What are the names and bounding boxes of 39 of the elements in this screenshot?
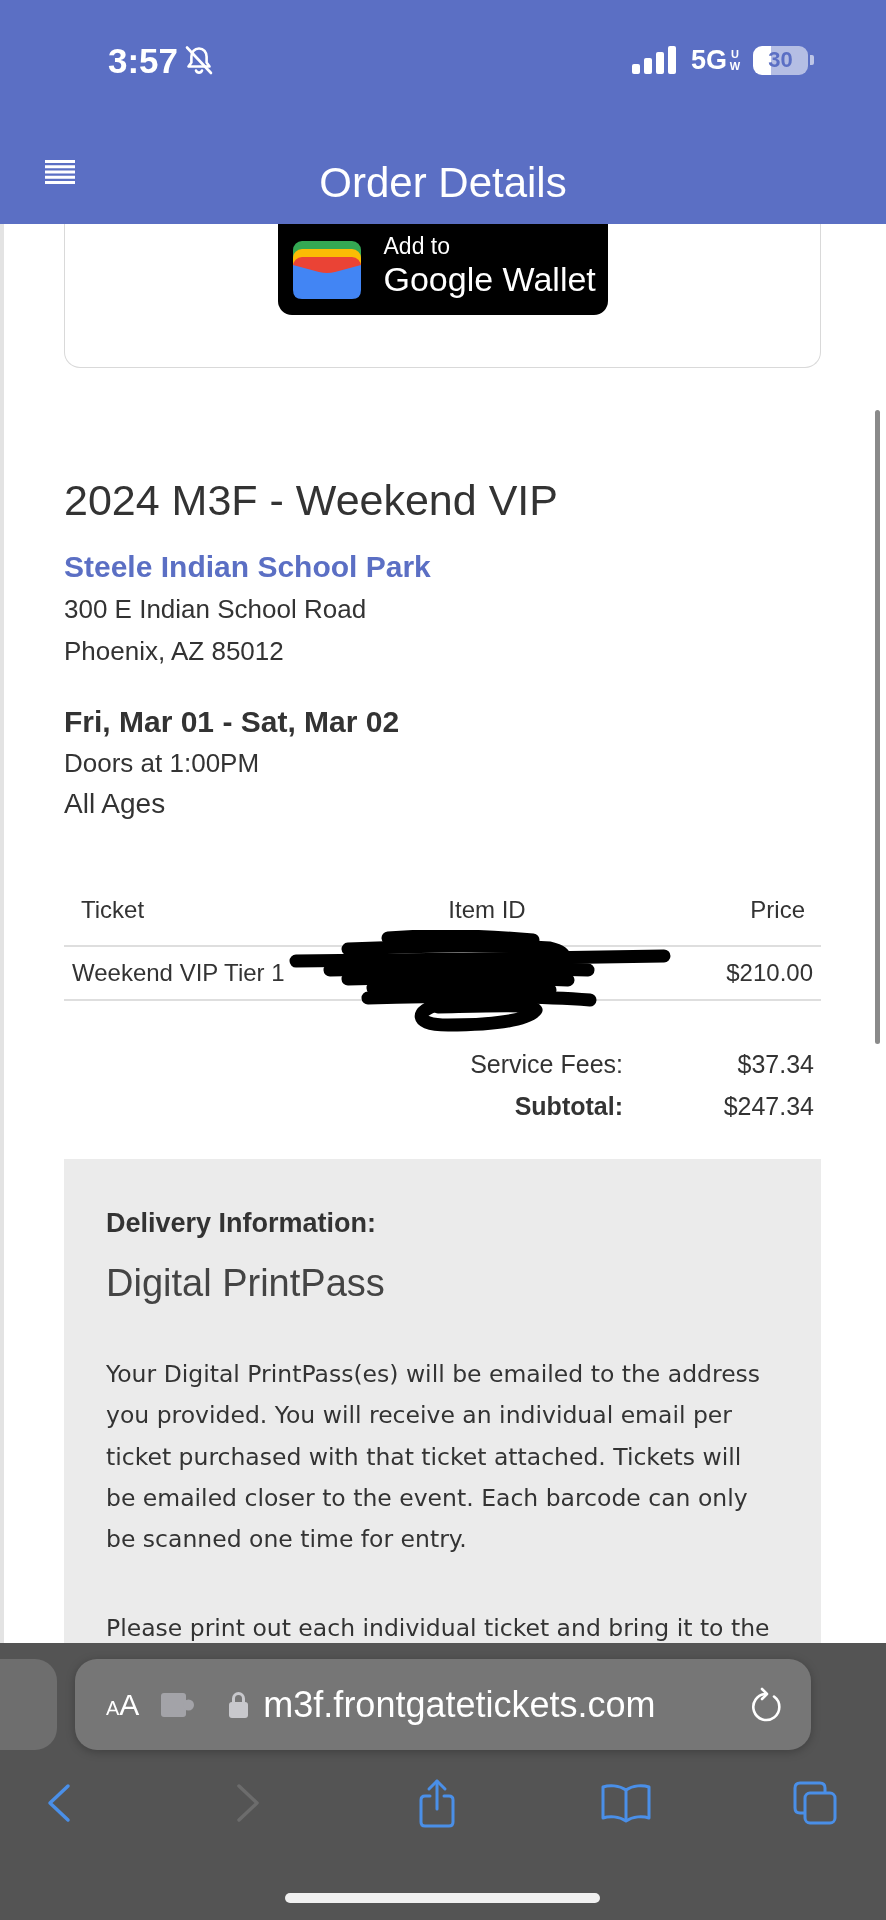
wallet-cards-icon bbox=[292, 240, 361, 299]
adjacent-tab[interactable] bbox=[0, 1659, 57, 1750]
column-header: Item ID bbox=[448, 895, 526, 925]
overlapping-squares-icon[interactable] bbox=[792, 1780, 838, 1826]
table-cell: $210.00 bbox=[726, 958, 813, 988]
menu-icon[interactable] bbox=[45, 160, 75, 184]
age-restriction: All Ages bbox=[64, 787, 166, 821]
table-cell: Weekend VIP Tier 1 bbox=[72, 958, 285, 988]
delivery-heading: Delivery Information: bbox=[106, 1207, 377, 1240]
address-line: Phoenix, AZ 85012 bbox=[64, 635, 284, 668]
address-line: 300 E Indian School Road bbox=[64, 593, 367, 626]
delivery-paragraph: Please print out each individual ticket and bring it to the bbox=[106, 1613, 771, 1643]
reload-icon[interactable] bbox=[749, 1686, 783, 1723]
delivery-method: Digital PrintPass bbox=[106, 1261, 385, 1306]
share-icon[interactable] bbox=[417, 1778, 457, 1828]
network-type-label: 5G bbox=[690, 46, 727, 74]
column-header: Price bbox=[750, 895, 805, 925]
address-bar[interactable]: AA m3f.frontgatetickets.com bbox=[75, 1659, 811, 1750]
total-value: $37.34 bbox=[737, 1049, 814, 1080]
status-time: 3:57 bbox=[108, 42, 179, 78]
total-label: Subtotal: bbox=[514, 1091, 623, 1122]
puzzle-piece-icon[interactable] bbox=[161, 1691, 195, 1718]
column-header: Ticket bbox=[81, 895, 145, 925]
page-title: Order Details bbox=[319, 159, 567, 207]
url-text[interactable]: m3f.frontgatetickets.com bbox=[263, 1683, 656, 1726]
doors-time: Doors at 1:00PM bbox=[64, 747, 260, 780]
total-value: $247.34 bbox=[723, 1091, 814, 1122]
network-suffix-label: UW bbox=[729, 48, 741, 72]
text-size-button[interactable]: AA bbox=[106, 1689, 140, 1720]
chevron-left-icon[interactable] bbox=[47, 1783, 71, 1823]
book-icon[interactable] bbox=[601, 1782, 651, 1824]
total-label: Service Fees: bbox=[470, 1049, 623, 1080]
signal-bars-icon bbox=[631, 46, 677, 74]
venue-link[interactable]: Steele Indian School Park bbox=[64, 549, 431, 585]
delivery-paragraph: Your Digital PrintPass(es) will be emailed to the address you provided. You will receive an individual email per ticket purchased with that ticket attached. Tickets will be emailed closer to the event. Each barcode can only be scanned one time for entry. bbox=[106, 1359, 762, 1556]
event-dates: Fri, Mar 01 - Sat, Mar 02 bbox=[64, 704, 400, 740]
event-title: 2024 M3F - Weekend VIP bbox=[64, 475, 558, 526]
google-wallet-button[interactable]: Add to Google Wallet bbox=[277, 224, 608, 315]
lock-icon bbox=[229, 1691, 249, 1718]
